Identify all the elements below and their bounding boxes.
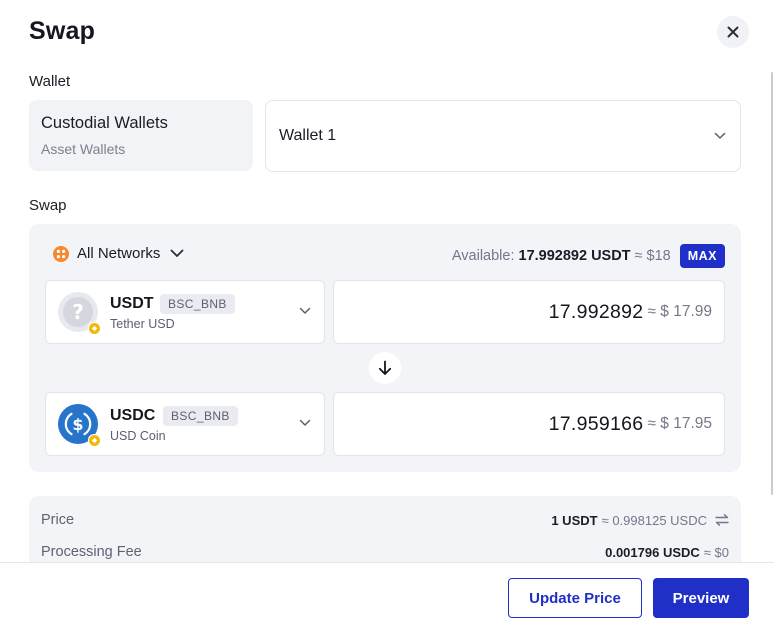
chevron-down-icon [299,307,311,314]
price-value: 1 USDT ≈ 0.998125 USDC [551,513,729,528]
all-networks-icon [53,245,69,262]
price-quote: ≈ 0.998125 USDC [601,512,707,528]
max-button[interactable]: MAX [679,244,725,268]
price-base: 1 USDT [551,512,598,528]
chevron-down-icon [299,419,311,426]
available-usd: $18 [646,248,671,264]
to-token-name: USD Coin [110,429,166,443]
price-row: Price 1 USDT ≈ 0.998125 USDC [41,512,729,528]
fee-row: Processing Fee 0.001796 USDC ≈ $0 [41,544,729,560]
fee-value: 0.001796 USDC ≈ $0 [605,545,729,560]
available-label: Available: [451,248,515,264]
network-selector-label: All Networks [77,245,161,262]
usdc-logo-icon: $ [58,404,100,446]
from-amount-field[interactable]: 17.992892 ≈ $ 17.99 [333,280,725,344]
from-amount-usd: ≈ $ 17.99 [647,303,712,320]
wallet-type-sub: Asset Wallets [41,141,126,157]
from-amount-value: 17.992892 [548,300,644,323]
from-token-name: Tether USD [110,317,175,331]
swap-section-label: Swap [29,197,67,214]
fee-amount: 0.001796 USDC [605,544,700,560]
close-button[interactable] [717,16,749,48]
to-amount-usd: ≈ $ 17.95 [647,415,712,432]
fee-usd: ≈ $0 [703,544,729,560]
wallet-select-value: Wallet 1 [279,127,337,144]
from-token-chain: BSC_BNB [160,294,235,314]
from-token-symbol: USDT [110,295,154,312]
preview-button[interactable]: Preview [653,578,749,618]
close-icon [727,26,739,38]
price-label: Price [41,512,75,528]
to-token-chain: BSC_BNB [163,406,238,426]
from-token-select[interactable]: ? USDT BSC_BNB Tether USD [45,280,325,344]
chevron-down-icon [714,132,726,139]
update-price-button[interactable]: Update Price [508,578,642,618]
arrow-down-icon [378,360,392,375]
swap-arrows-icon[interactable] [715,514,729,526]
network-selector[interactable]: All Networks [53,245,184,262]
available-amount: 17.992892 USDT [518,248,631,264]
svg-text:$: $ [72,415,83,434]
dialog-title: Swap [29,17,96,45]
wallet-type-name: Custodial Wallets [41,114,168,132]
to-token-symbol: USDC [110,407,156,424]
wallet-select[interactable]: Wallet 1 [265,100,741,172]
svg-text:?: ? [72,300,84,324]
available-approx: ≈ [634,248,643,264]
fee-label: Processing Fee [41,544,142,560]
available-balance: Available: 17.992892 USDT ≈ $18 MAX [452,244,725,268]
scrollbar[interactable] [771,72,773,495]
swap-direction-button[interactable] [369,352,401,384]
bnb-chain-icon [88,434,100,446]
to-amount-field: 17.959166 ≈ $ 17.95 [333,392,725,456]
unknown-token-icon: ? [58,292,100,334]
bnb-chain-icon [88,322,100,334]
wallet-type-card: Custodial Wallets Asset Wallets [29,100,253,171]
wallet-section-label: Wallet [29,73,71,90]
chevron-down-icon [170,249,184,257]
to-token-select[interactable]: $ USDC BSC_BNB USD Coin [45,392,325,456]
to-amount-value: 17.959166 [548,412,644,435]
